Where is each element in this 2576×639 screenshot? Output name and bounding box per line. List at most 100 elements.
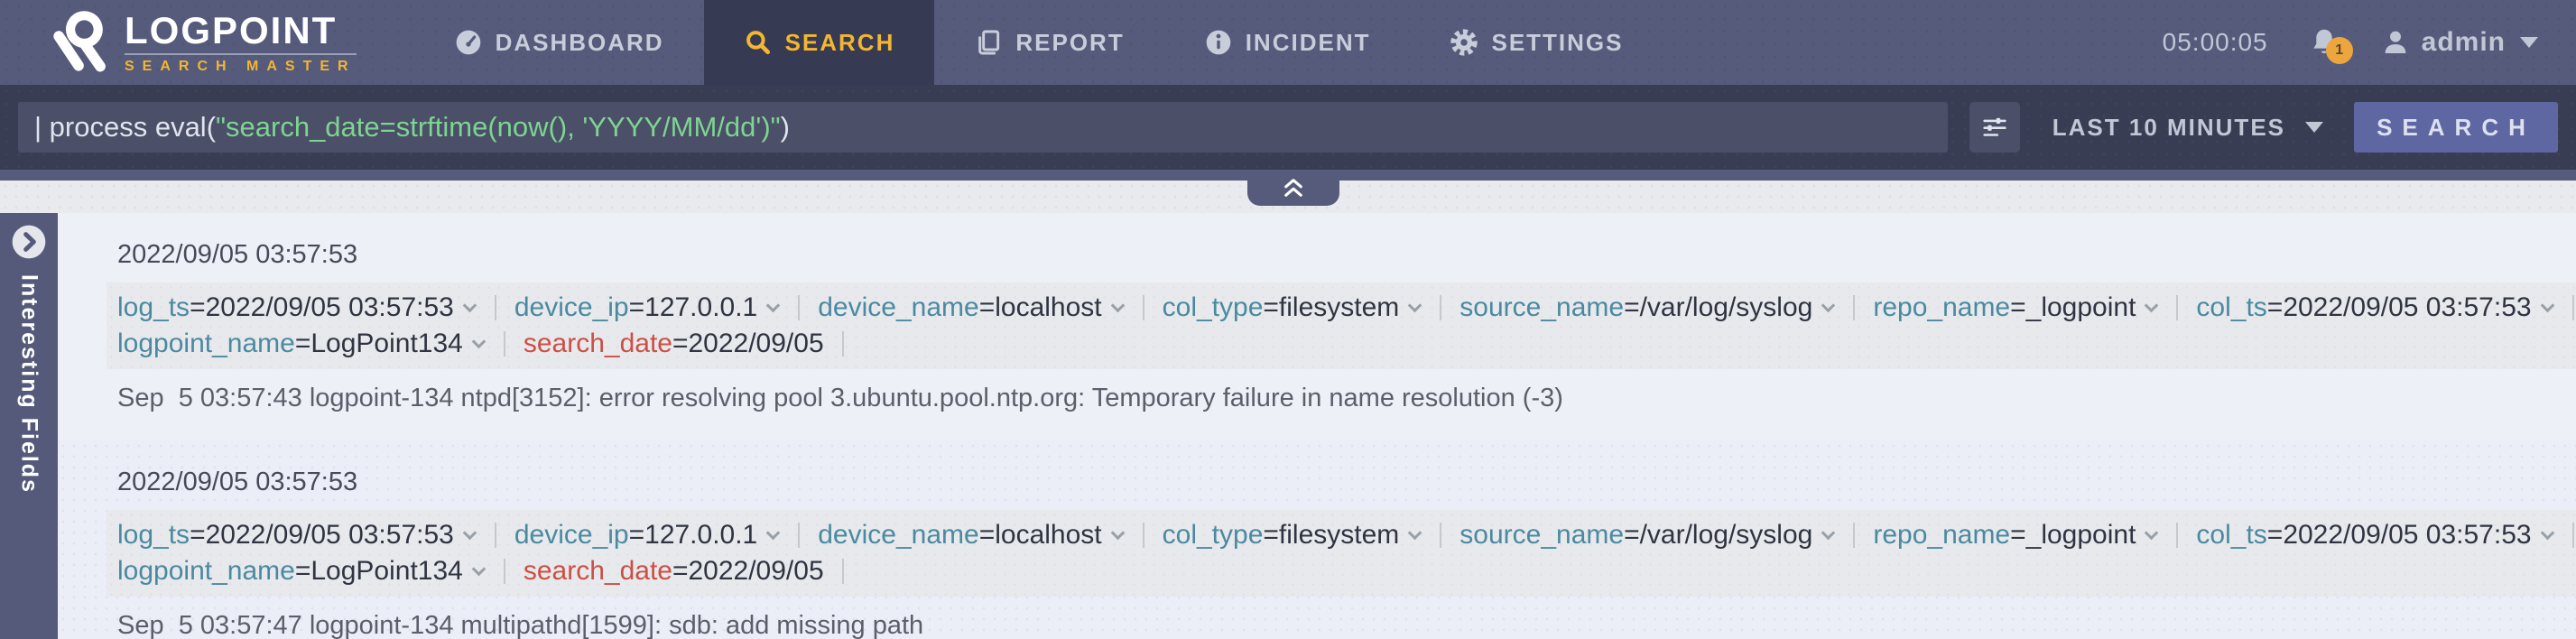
field-name: log_ts [117,292,190,323]
field-tag-source_name[interactable]: source_name=/var/log/syslog [1459,292,1835,323]
field-value: =_logpoint [2010,520,2136,551]
tab-label: REPORT [1015,29,1124,57]
field-dropdown-icon[interactable] [1408,298,1422,312]
field-row: logpoint_name=LogPoint134 search_date=202… [117,553,2565,589]
session-clock: 05:00:05 [2163,28,2268,57]
field-tag-col_type[interactable]: col_type=filesystem [1163,292,1422,323]
field-name: logpoint_name [117,556,295,587]
field-separator [2176,523,2178,548]
gauge-icon [454,28,483,57]
field-tag-log_ts[interactable]: log_ts=2022/09/05 03:57:53 [117,292,477,323]
field-separator [842,331,844,357]
field-tag-logpoint_name[interactable]: logpoint_name=LogPoint134 [117,329,486,359]
field-tag-device_ip[interactable]: device_ip=127.0.0.1 [514,292,780,323]
query-suffix: ) [781,111,790,144]
interesting-fields-sidebar[interactable]: Interesting Fields [0,213,58,639]
tab-label: DASHBOARD [496,29,664,57]
double-chevron-up-icon [1280,176,1307,199]
field-tag-col_ts[interactable]: col_ts=2022/09/05 03:57:53 [2196,292,2553,323]
field-name: device_name [818,520,978,551]
field-value: =2022/09/05 03:57:53 [2267,292,2532,323]
log-entry[interactable]: 2022/09/05 03:57:53 log_ts=2022/09/05 03… [58,440,2576,639]
field-separator [495,295,496,320]
field-tag-log_ts[interactable]: log_ts=2022/09/05 03:57:53 [117,520,477,551]
log-entry[interactable]: 2022/09/05 03:57:53 log_ts=2022/09/05 03… [58,213,2576,440]
field-name: search_date [524,329,672,359]
query-prefix: | process eval( [34,111,216,144]
collapse-search-panel-button[interactable] [1247,170,1339,206]
field-name: logpoint_name [117,329,295,359]
field-dropdown-icon[interactable] [2540,298,2554,312]
field-dropdown-icon[interactable] [463,298,477,312]
tab-dashboard[interactable]: DASHBOARD [414,0,704,85]
entry-fields: log_ts=2022/09/05 03:57:53 device_ip=127.… [107,510,2576,597]
field-dropdown-icon[interactable] [766,525,781,540]
field-value: =filesystem [1263,292,1399,323]
field-separator [2176,295,2178,320]
field-dropdown-icon[interactable] [2540,525,2554,540]
field-dropdown-icon[interactable] [463,525,477,540]
notifications-button[interactable]: 1 [2308,26,2340,59]
sidebar-label: Interesting Fields [16,274,42,494]
field-value: =2022/09/05 [672,556,824,587]
field-row: logpoint_name=LogPoint134 search_date=202… [117,326,2565,362]
user-menu[interactable]: admin [2380,27,2538,58]
field-dropdown-icon[interactable] [1821,298,1836,312]
tab-settings[interactable]: SETTINGS [1410,0,1663,85]
field-value: =/var/log/syslog [1624,292,1812,323]
field-separator [798,295,800,320]
field-name: source_name [1459,520,1624,551]
field-tag-logpoint_name[interactable]: logpoint_name=LogPoint134 [117,556,486,587]
search-query-input[interactable]: | process eval("search_date=strftime(now… [18,102,1948,153]
tab-report[interactable]: REPORT [934,0,1163,85]
logpoint-logo[interactable]: LOGPOINT SEARCH MASTER [49,0,357,85]
field-name: col_ts [2196,292,2266,323]
field-separator [1853,295,1855,320]
logo-title: LOGPOINT [125,12,357,50]
field-dropdown-icon[interactable] [1821,525,1836,540]
field-dropdown-icon[interactable] [766,298,781,312]
field-separator [1143,523,1144,548]
field-tag-search_date[interactable]: search_date=2022/09/05 [524,556,824,587]
field-tag-device_name[interactable]: device_name=localhost [818,520,1124,551]
main-area: Interesting Fields 2022/09/05 03:57:53 l… [0,213,2576,639]
field-tag-device_ip[interactable]: device_ip=127.0.0.1 [514,520,780,551]
entry-fields: log_ts=2022/09/05 03:57:53device_ip=127.… [107,282,2576,369]
field-dropdown-icon[interactable] [1110,525,1125,540]
field-tag-repo_name[interactable]: repo_name=_logpoint [1873,292,2158,323]
gear-icon [1450,28,1478,57]
field-dropdown-icon[interactable] [1110,298,1125,312]
field-tag-col_type[interactable]: col_type=filesystem [1163,520,1422,551]
field-tag-repo_name[interactable]: repo_name=_logpoint [1873,520,2158,551]
field-value: =2022/09/05 03:57:53 [190,520,454,551]
field-tag-source_name[interactable]: source_name=/var/log/syslog [1459,520,1835,551]
field-dropdown-icon[interactable] [472,334,486,348]
tab-incident[interactable]: INCIDENT [1164,0,1411,85]
field-dropdown-icon[interactable] [2145,525,2159,540]
field-value: =localhost [979,520,1102,551]
field-tag-search_date[interactable]: search_date=2022/09/05 [524,329,824,359]
sliders-icon [1979,112,2010,143]
entry-timestamp: 2022/09/05 03:57:53 [117,468,2576,497]
expand-sidebar-icon[interactable] [11,224,47,260]
search-bar: | process eval("search_date=strftime(now… [0,85,2576,170]
field-name: repo_name [1873,292,2010,323]
field-tag-device_name[interactable]: device_name=localhost [818,292,1124,323]
field-dropdown-icon[interactable] [2145,298,2159,312]
logpoint-logo-icon [49,9,112,76]
tab-label: SEARCH [785,29,895,57]
field-tag-col_ts[interactable]: col_ts=2022/09/05 03:57:53 [2196,520,2553,551]
query-filter-button[interactable] [1969,102,2020,153]
field-separator [2572,295,2574,320]
field-dropdown-icon[interactable] [1408,525,1422,540]
field-name: log_ts [117,520,190,551]
field-separator [1440,523,1441,548]
field-name: col_type [1163,520,1264,551]
field-dropdown-icon[interactable] [472,561,486,576]
field-separator [842,559,844,584]
search-button[interactable]: SEARCH [2354,102,2558,153]
tab-search[interactable]: SEARCH [704,0,935,85]
time-range-dropdown[interactable]: LAST 10 MINUTES [2052,114,2323,142]
notification-badge: 1 [2326,37,2353,64]
field-row: log_ts=2022/09/05 03:57:53device_ip=127.… [117,290,2565,326]
